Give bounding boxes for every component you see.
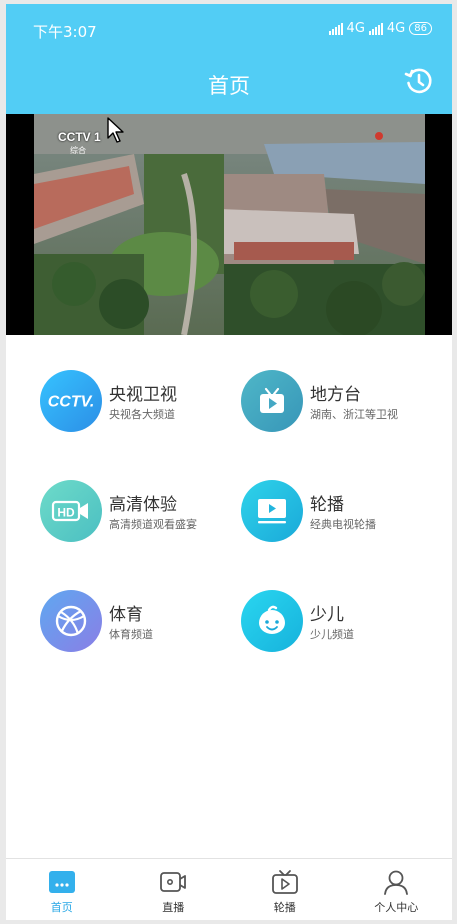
tab-label: 首页 <box>50 901 73 914</box>
tab-label: 个人中心 <box>374 901 419 914</box>
video-frame <box>34 114 425 335</box>
person-icon <box>384 870 409 895</box>
tab-profile[interactable]: 个人中心 <box>341 859 453 920</box>
category-desc: 高清频道观看盛宴 <box>109 518 197 531</box>
category-name: 央视卫视 <box>109 385 177 405</box>
category-name: 少儿 <box>310 605 344 625</box>
category-hd[interactable]: HD 高清体验 高清频道观看盛宴 <box>40 480 240 546</box>
page-title: 首页 <box>208 74 250 98</box>
history-clock-icon[interactable] <box>404 66 434 96</box>
signal-icon <box>368 22 383 35</box>
category-cctv[interactable]: CCTV. 央视卫视 央视各大频道 <box>40 370 240 436</box>
category-name: 高清体验 <box>109 495 177 515</box>
channel-logo: CCTV 1 <box>58 130 101 144</box>
network-type-1: 4G <box>346 21 365 36</box>
tab-label: 直播 <box>162 901 185 914</box>
category-desc: 经典电视轮播 <box>310 518 376 531</box>
category-carousel[interactable]: 轮播 经典电视轮播 <box>241 480 441 546</box>
network-type-2: 4G <box>386 21 406 36</box>
category-name: 体育 <box>109 605 143 625</box>
live-camera-icon <box>160 872 187 892</box>
tab-label: 轮播 <box>273 901 296 914</box>
category-name: 地方台 <box>310 385 361 405</box>
status-time: 下午3:07 <box>33 23 97 41</box>
category-local[interactable]: 地方台 湖南、浙江等卫视 <box>241 370 441 436</box>
carousel-tv-icon <box>271 870 298 894</box>
svg-text:HD: HD <box>57 506 75 520</box>
carousel-play-icon <box>241 480 303 542</box>
video-player[interactable]: CCTV 1 综合 <box>6 114 452 335</box>
app-header: 下午3:07 4G 4G 86 首页 <box>6 4 452 114</box>
child-face-icon <box>241 590 303 652</box>
status-indicators: 4G 4G 86 <box>328 21 432 36</box>
channel-subtitle: 综合 <box>70 146 86 155</box>
hd-camera-icon: HD <box>40 480 102 542</box>
category-desc: 湖南、浙江等卫视 <box>310 408 398 421</box>
tv-play-icon <box>241 370 303 432</box>
cctv-logo-icon: CCTV. <box>40 370 102 432</box>
category-desc: 体育频道 <box>109 628 153 641</box>
mouse-cursor-icon <box>107 117 124 143</box>
tab-home[interactable]: 首页 <box>6 859 118 920</box>
category-sports[interactable]: 体育 体育频道 <box>40 590 240 656</box>
home-icon <box>48 871 75 893</box>
category-kids[interactable]: 少儿 少儿频道 <box>241 590 441 656</box>
app-screen: 下午3:07 4G 4G 86 首页 CCTV 1 综合 CCTV. 央视卫视 … <box>6 4 452 920</box>
category-desc: 央视各大频道 <box>109 408 175 421</box>
status-bar: 下午3:07 4G 4G 86 <box>6 4 452 52</box>
basketball-icon <box>40 590 102 652</box>
battery-icon: 86 <box>409 22 432 35</box>
category-desc: 少儿频道 <box>310 628 354 641</box>
svg-text:CCTV.: CCTV. <box>48 394 95 411</box>
tab-carousel[interactable]: 轮播 <box>229 859 341 920</box>
category-name: 轮播 <box>310 495 344 515</box>
bottom-tab-bar: 首页 直播 轮播 个人中心 <box>6 858 452 920</box>
category-grid: CCTV. 央视卫视 央视各大频道 地方台 湖南、浙江等卫视 HD 高清体验 高… <box>6 335 452 858</box>
tab-live[interactable]: 直播 <box>118 859 230 920</box>
signal-icon <box>328 22 343 35</box>
